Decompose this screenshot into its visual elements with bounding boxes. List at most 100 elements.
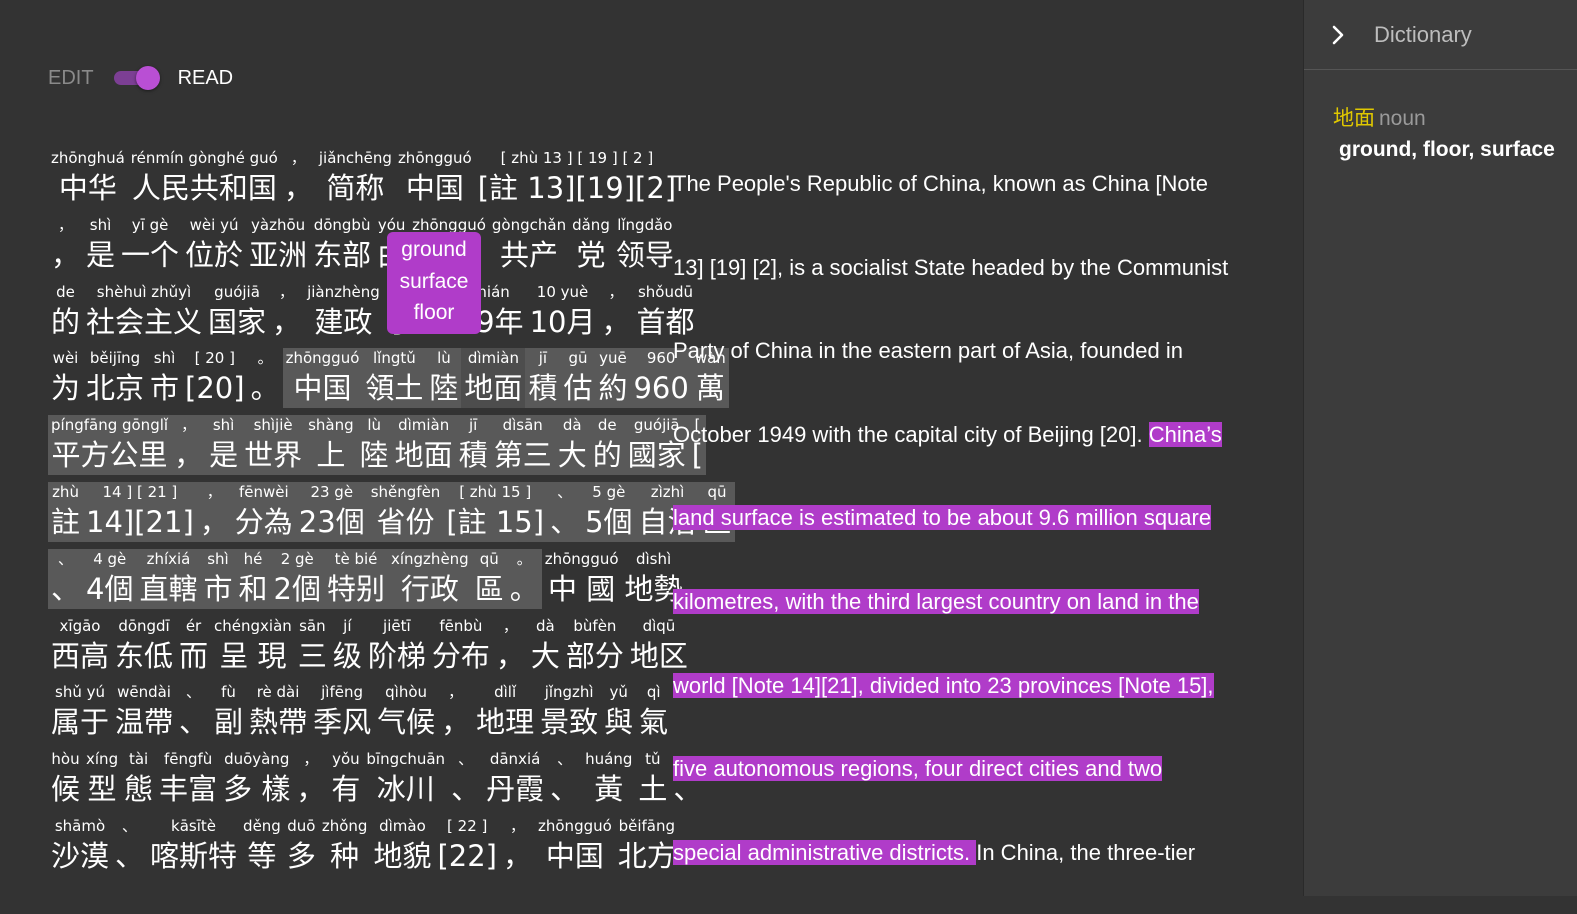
mode-switch-thumb[interactable] <box>135 66 160 90</box>
chinese-word[interactable]: dìmào 地貌 <box>370 816 434 876</box>
highlighted-sentence[interactable]: special administrative districts. <box>673 839 977 865</box>
chinese-word[interactable]: jiǎnchēng 简称 <box>316 148 395 208</box>
chevron-right-icon[interactable] <box>1330 25 1346 44</box>
read-mode-label[interactable]: READ <box>178 67 234 90</box>
chinese-word[interactable]: hé 和 <box>235 548 271 609</box>
chinese-word[interactable]: wèi 为 <box>48 348 83 408</box>
chinese-word[interactable]: wēndài 温帶 <box>112 682 176 742</box>
chinese-word[interactable]: de 的 <box>48 282 83 342</box>
chinese-word[interactable]: ér 而 <box>176 616 211 676</box>
chinese-word[interactable]: xíngzhèng 行政 <box>387 548 472 609</box>
chinese-word[interactable]: dōngdī 东低 <box>112 616 176 676</box>
chinese-word[interactable]: qì 氣 <box>636 682 671 742</box>
chinese-word[interactable]: fēnwèi 分為 <box>231 481 296 542</box>
chinese-word[interactable]: ，， <box>500 816 535 876</box>
chinese-word[interactable]: fēngfù 丰富 <box>156 749 220 809</box>
chinese-word[interactable]: ，， <box>598 282 633 342</box>
chinese-word[interactable]: zhōngguó 中国 <box>535 816 615 876</box>
highlighted-sentence[interactable]: five autonomous regions, four direct cit… <box>673 756 1163 782</box>
chinese-word[interactable]: [ zhù 15 ] [註 15] <box>443 481 548 542</box>
chinese-word[interactable]: shì 是 <box>206 415 242 476</box>
chinese-word[interactable]: jí 级 <box>330 616 365 676</box>
chinese-word[interactable]: 5 gè 5個 <box>582 481 636 542</box>
chinese-word[interactable]: shì 是 <box>83 215 118 275</box>
chinese-word[interactable]: shàng 上 <box>305 415 357 476</box>
chinese-word[interactable]: dōngbù 东部 <box>310 215 374 275</box>
selected-word[interactable]: dìmiàn 地面 <box>461 348 526 409</box>
highlighted-sentence[interactable]: world [Note 14][21], divided into 23 pro… <box>673 672 1214 698</box>
chinese-word[interactable]: 。。 <box>248 348 283 408</box>
chinese-word[interactable]: 。。 <box>506 548 542 609</box>
chinese-word[interactable]: [ 22 ] [22] <box>434 816 500 876</box>
chinese-word[interactable]: 、、 <box>176 682 211 742</box>
chinese-word[interactable]: xíng 型 <box>83 749 121 809</box>
chinese-word[interactable]: zhōngguó 中 國 <box>542 549 622 609</box>
chinese-word[interactable]: jǐngzhì 景致 <box>537 682 601 742</box>
chinese-word[interactable]: jī 積 <box>525 348 561 409</box>
dictionary-header[interactable]: Dictionary <box>1304 0 1577 70</box>
chinese-word[interactable]: tài 態 <box>121 749 156 809</box>
chinese-word[interactable]: gòngchǎn 共产 <box>489 215 569 275</box>
chinese-word[interactable]: huáng 黃 <box>582 749 635 809</box>
chinese-word[interactable]: wèi yú 位於 <box>182 215 246 275</box>
chinese-word[interactable]: dìsān 第三 <box>490 415 555 476</box>
chinese-word[interactable]: zhǒng 种 <box>319 816 371 876</box>
chinese-word[interactable]: rénmín gònghé guó 人民共和国 <box>128 148 281 208</box>
chinese-word[interactable]: jìfēng 季风 <box>310 682 374 742</box>
chinese-word[interactable]: dǎng 党 <box>569 215 613 275</box>
chinese-word[interactable]: zhōngguó 中国 <box>282 348 363 409</box>
chinese-word[interactable]: děng 等 <box>240 816 284 876</box>
chinese-word[interactable]: yǔ 與 <box>601 682 636 742</box>
highlighted-sentence[interactable]: China’s <box>1148 421 1222 447</box>
chinese-word[interactable]: jiētī 阶梯 <box>365 616 429 676</box>
chinese-word[interactable]: 2 gè 2個 <box>270 548 324 609</box>
chinese-word[interactable]: ，， <box>269 282 304 342</box>
sentence-text[interactable]: 13] [19] [2], is a socialist State heade… <box>673 255 1228 280</box>
chinese-word[interactable]: ，， <box>171 415 207 476</box>
chinese-word[interactable]: shì 市 <box>200 548 236 609</box>
chinese-word[interactable]: ，， <box>48 215 83 275</box>
chinese-word[interactable]: dānxiá 丹霞 <box>483 749 547 809</box>
chinese-word[interactable]: ，， <box>281 148 316 208</box>
chinese-word[interactable]: [ zhù 13 ] [ 19 ] [ 2 ] [註 13][19][2] <box>475 148 679 208</box>
chinese-word[interactable]: fù 副 <box>211 682 246 742</box>
chinese-word[interactable]: jī 積 <box>455 415 491 476</box>
chinese-word[interactable]: qū 區 <box>471 548 507 609</box>
highlighted-sentence[interactable]: land surface is estimated to be about 9.… <box>673 505 1212 531</box>
chinese-word[interactable]: 、、 <box>48 548 84 609</box>
mode-switch[interactable] <box>112 66 160 90</box>
chinese-word[interactable]: shǔ yú 属于 <box>48 682 112 742</box>
chinese-word[interactable]: zhù 註 <box>48 481 84 542</box>
chinese-word[interactable]: 23 gè 23個 <box>295 481 368 542</box>
chinese-word[interactable]: dà 大 <box>528 616 563 676</box>
sentence-text[interactable]: The People's Republic of China, known as… <box>673 171 1208 196</box>
chinese-word[interactable]: píngfāng gōnglǐ 平方公里 <box>48 415 172 476</box>
chinese-word[interactable]: 、、 <box>547 749 582 809</box>
chinese-word[interactable]: sān 三 <box>295 616 330 676</box>
chinese-word[interactable]: shāmò 沙漠 <box>48 816 112 876</box>
chinese-word[interactable]: chéngxiàn 呈 現 <box>211 616 295 676</box>
sentence-text[interactable]: Party of China in the eastern part of As… <box>673 338 1183 363</box>
chinese-word[interactable]: zhōngguó 中国 <box>395 148 475 208</box>
edit-mode-label[interactable]: EDIT <box>48 67 94 90</box>
chinese-word[interactable]: kāsītè 喀斯特 <box>147 816 240 876</box>
chinese-word[interactable]: 、、 <box>448 749 483 809</box>
chinese-word[interactable]: fēnbù 分布 <box>429 616 493 676</box>
chinese-word[interactable]: lǐngdǎo 领导 <box>613 215 677 275</box>
chinese-word[interactable]: [ 20 ] [20] <box>182 348 248 408</box>
chinese-word[interactable]: lǐngtǔ 領土 <box>362 348 427 409</box>
chinese-word[interactable]: bīngchuān 冰川 <box>363 749 448 809</box>
sentence-text[interactable]: October 1949 with the capital city of Be… <box>673 422 1149 447</box>
chinese-word[interactable]: ，， <box>293 749 328 809</box>
chinese-word[interactable]: duō 多 <box>284 816 319 876</box>
chinese-word[interactable]: yàzhōu 亚洲 <box>246 215 310 275</box>
chinese-word[interactable]: ，， <box>196 481 232 542</box>
chinese-word[interactable]: tǔ 土 <box>635 749 670 809</box>
chinese-word[interactable]: hòu 候 <box>48 749 83 809</box>
chinese-word[interactable]: dìlǐ 地理 <box>473 682 537 742</box>
chinese-word[interactable]: ，， <box>493 616 528 676</box>
chinese-word[interactable]: 10 yuè 10月 <box>527 282 599 342</box>
chinese-word[interactable]: xīgāo 西高 <box>48 616 112 676</box>
chinese-word[interactable]: yuē 約 <box>595 348 631 409</box>
chinese-word[interactable]: dìmiàn 地面 <box>391 415 456 476</box>
